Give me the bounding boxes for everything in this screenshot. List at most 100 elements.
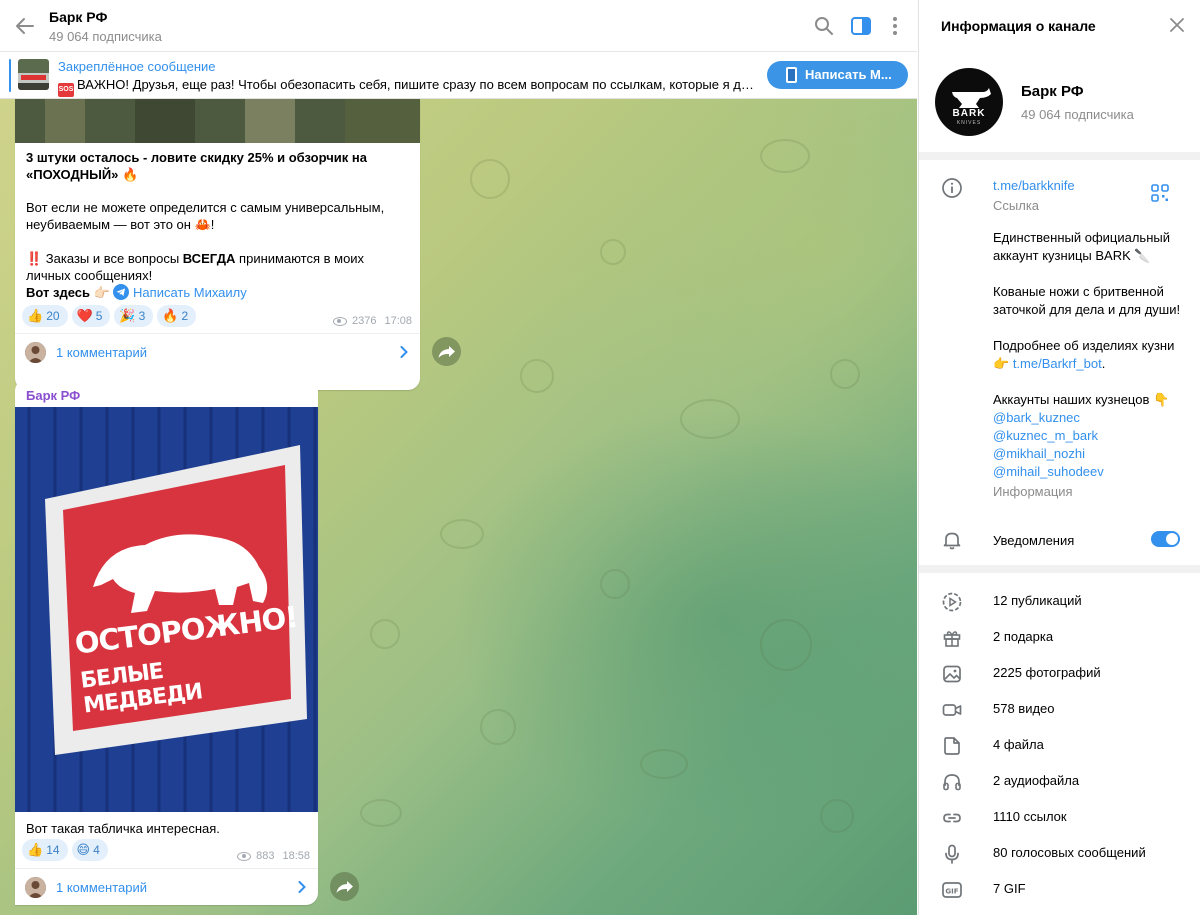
video-icon <box>942 704 962 716</box>
message-meta: 2376 17:08 <box>332 315 412 327</box>
info-header: Информация о канале <box>919 0 1200 52</box>
message-bubble-photo[interactable]: Барк РФ ОСТОРОЖНО! БЕЛЫЕ МЕДВЕДИ Вот так… <box>15 379 318 905</box>
close-icon[interactable] <box>1170 18 1184 32</box>
message-author[interactable]: Барк РФ <box>26 388 80 403</box>
section-divider <box>919 565 1200 573</box>
media-row-gifts[interactable]: 2 подарка <box>919 620 1200 656</box>
message-bubble[interactable]: 3 штуки осталось - ловите скидку 25% и о… <box>15 99 420 390</box>
media-row-voice[interactable]: 80 голосовых сообщений <box>919 836 1200 872</box>
share-icon <box>438 346 455 358</box>
telegram-icon <box>113 284 130 300</box>
account-link[interactable]: @mihail_suhodeev <box>993 463 1187 481</box>
svg-text:GIF: GIF <box>945 888 958 896</box>
section-divider <box>919 152 1200 160</box>
views-icon <box>332 316 347 326</box>
sos-badge: SOS <box>58 83 74 97</box>
message-time: 17:08 <box>384 315 412 327</box>
comments-label: 1 комментарий <box>56 880 147 895</box>
channel-description: Единственный официальный аккаунт кузницы… <box>993 229 1187 501</box>
headphones-icon <box>943 774 961 791</box>
pinned-message-bar[interactable]: Закреплённое сообщение SOS ВАЖНО! Друзья,… <box>0 52 917 99</box>
bot-link[interactable]: t.me/Barkrf_bot <box>1013 356 1102 371</box>
channel-info-panel: Информация о канале BARK KNIVES Барк РФ … <box>918 0 1200 915</box>
desc-line-2: Кованые ножи с бритвенной заточкой для д… <box>993 284 1181 317</box>
more-options-icon[interactable] <box>883 14 907 38</box>
channel-link-block[interactable]: t.me/barkknife Ссылка <box>993 177 1075 215</box>
share-button[interactable] <box>330 872 359 901</box>
message-text: Вот если не можете определится с самым у… <box>26 200 385 232</box>
search-icon[interactable] <box>812 14 836 38</box>
message-photo-sign[interactable] <box>15 407 318 812</box>
chat-column: Барк РФ 49 064 подписчика Закреплённое с… <box>0 0 917 915</box>
comments-row[interactable]: 1 комментарий <box>15 868 318 905</box>
account-link[interactable]: @bark_kuznec <box>993 409 1187 427</box>
channel-link-label: Ссылка <box>993 198 1040 213</box>
photo-icon <box>943 665 961 683</box>
account-link[interactable]: @mikhail_nozhi <box>993 445 1187 463</box>
comments-label: 1 комментарий <box>56 345 147 360</box>
reaction-thumbs-up[interactable]: 👍 20 <box>22 305 68 327</box>
write-mikhail-link[interactable]: Написать Михаилу <box>133 285 247 300</box>
qr-code-icon[interactable] <box>1151 184 1169 202</box>
message-photo[interactable] <box>15 99 420 143</box>
link-icon <box>943 813 961 823</box>
desc-line-4: Аккаунты наших кузнецов 👇 <box>993 392 1170 407</box>
message-text-orders: ‼️ Заказы и все вопросы ВСЕГДА принимают… <box>26 251 365 283</box>
reactions: 👍 14 😄 4 <box>22 839 108 861</box>
chevron-right-icon <box>400 346 408 358</box>
media-row-files[interactable]: 4 файла <box>919 728 1200 764</box>
account-link[interactable]: @kuznec_m_bark <box>993 427 1187 445</box>
bell-icon <box>943 532 961 550</box>
gif-icon: GIF <box>942 882 962 898</box>
chat-header: Барк РФ 49 064 подписчика <box>0 0 917 52</box>
chat-title[interactable]: Барк РФ <box>49 9 107 25</box>
channel-name: Барк РФ <box>1021 83 1084 100</box>
notifications-toggle[interactable] <box>1151 531 1180 547</box>
pinned-text: SOS ВАЖНО! Друзья, еще раз! Чтобы обезопа… <box>58 77 758 97</box>
file-icon <box>944 737 960 755</box>
notifications-label: Уведомления <box>993 533 1075 548</box>
share-icon <box>336 881 353 893</box>
media-row-photos[interactable]: 2225 фотографий <box>919 656 1200 692</box>
media-row-publications[interactable]: 12 публикаций <box>919 584 1200 620</box>
avatar-text: BARK <box>952 108 986 119</box>
message-meta: 883 18:58 <box>237 850 310 862</box>
reactions: 👍 20 ❤️ 5 🎉 3 🔥 2 <box>22 305 197 327</box>
views-count: 2376 <box>351 315 377 327</box>
side-panel-icon[interactable] <box>849 14 873 38</box>
media-row-audio[interactable]: 2 аудиофайла <box>919 764 1200 800</box>
reaction-fire[interactable]: 🔥 2 <box>157 305 197 327</box>
info-title: Информация о канале <box>941 18 1096 34</box>
chat-subscribers: 49 064 подписчика <box>49 29 162 44</box>
channel-link[interactable]: t.me/barkknife <box>993 177 1075 195</box>
reaction-party[interactable]: 🎉 3 <box>114 305 154 327</box>
microphone-icon <box>945 844 959 864</box>
phone-icon <box>786 67 797 83</box>
commenter-avatar <box>25 877 46 898</box>
publications-icon <box>942 592 962 612</box>
pinned-title: Закреплённое сообщение <box>58 59 216 74</box>
share-button[interactable] <box>432 337 461 366</box>
commenter-avatar <box>25 342 46 363</box>
reaction-thumbs-up[interactable]: 👍 14 <box>22 839 68 861</box>
gift-icon <box>943 631 961 647</box>
reaction-heart[interactable]: ❤️ 5 <box>71 305 111 327</box>
info-label: Информация <box>993 484 1073 499</box>
media-row-links[interactable]: 1110 ссылок <box>919 800 1200 836</box>
pinned-indicator <box>9 59 11 92</box>
back-arrow-icon[interactable] <box>12 13 38 39</box>
photo-caption: Вот такая табличка интересная. <box>26 821 220 836</box>
channel-subscribers: 49 064 подписчика <box>1021 107 1134 122</box>
channel-avatar[interactable]: BARK KNIVES <box>935 68 1003 136</box>
desc-line-3: Подробнее об изделиях кузни 👉 t.me/Barkrf… <box>993 338 1175 371</box>
message-time: 18:58 <box>282 850 310 862</box>
reaction-laugh[interactable]: 😄 4 <box>71 839 108 861</box>
pinned-thumbnail <box>18 59 49 90</box>
views-count: 883 <box>256 850 275 862</box>
comments-row[interactable]: 1 комментарий <box>15 333 420 370</box>
avatar-subtext: KNIVES <box>956 120 982 126</box>
write-button[interactable]: Написать М... <box>767 61 908 89</box>
telegram-window: Барк РФ 49 064 подписчика Закреплённое с… <box>0 0 1200 915</box>
media-row-gif[interactable]: GIF 7 GIF <box>919 872 1200 908</box>
media-row-videos[interactable]: 578 видео <box>919 692 1200 728</box>
